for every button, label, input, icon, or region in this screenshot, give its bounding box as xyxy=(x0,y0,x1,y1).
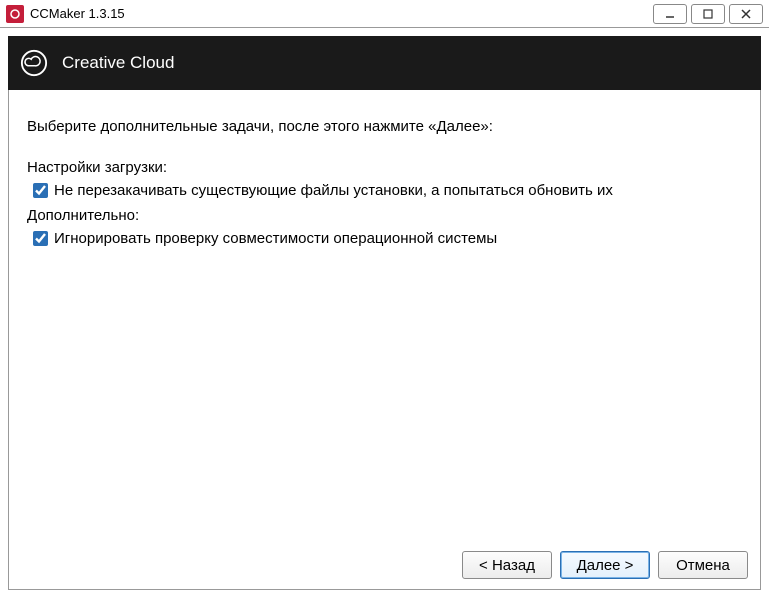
maximize-button[interactable] xyxy=(691,4,725,24)
checkbox-row-download[interactable]: Не перезакачивать существующие файлы уст… xyxy=(27,182,742,199)
group-label-additional: Дополнительно: xyxy=(27,207,742,224)
cancel-button[interactable]: Отмена xyxy=(658,551,748,579)
checkbox-no-redownload[interactable] xyxy=(33,183,48,198)
checkbox-label: Игнорировать проверку совместимости опер… xyxy=(54,230,497,247)
back-button[interactable]: < Назад xyxy=(462,551,552,579)
window-title: CCMaker 1.3.15 xyxy=(30,6,653,21)
next-button[interactable]: Далее > xyxy=(560,551,650,579)
creative-cloud-icon xyxy=(20,49,48,77)
window-controls xyxy=(653,4,763,24)
app-icon xyxy=(6,5,24,23)
main-panel: Выберите дополнительные задачи, после эт… xyxy=(8,90,761,590)
instruction-text: Выберите дополнительные задачи, после эт… xyxy=(27,118,742,135)
banner-title: Creative Cloud xyxy=(62,53,174,73)
close-button[interactable] xyxy=(729,4,763,24)
checkbox-label: Не перезакачивать существующие файлы уст… xyxy=(54,182,613,199)
checkbox-ignore-os[interactable] xyxy=(33,231,48,246)
banner: Creative Cloud xyxy=(8,36,761,90)
checkbox-row-ignore-os[interactable]: Игнорировать проверку совместимости опер… xyxy=(27,230,742,247)
button-row: < Назад Далее > Отмена xyxy=(462,551,748,579)
titlebar: CCMaker 1.3.15 xyxy=(0,0,769,28)
group-label-download: Настройки загрузки: xyxy=(27,159,742,176)
minimize-button[interactable] xyxy=(653,4,687,24)
